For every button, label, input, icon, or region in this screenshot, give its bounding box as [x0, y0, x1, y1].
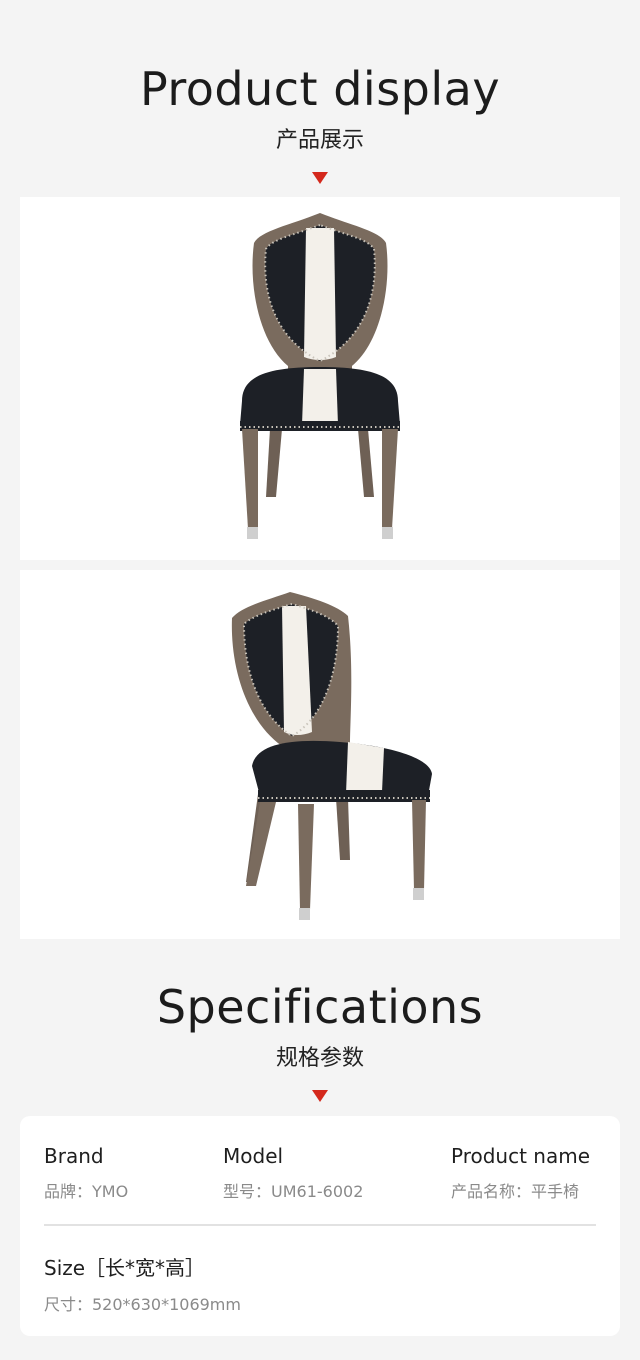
spec-model-label: Model	[223, 1144, 284, 1168]
spec-product-name: Product name 产品名称：平手椅	[451, 1144, 590, 1202]
spec-name-value: 产品名称：平手椅	[451, 1182, 580, 1201]
product-photo-front	[20, 197, 620, 560]
chair-angled-image	[231, 592, 432, 920]
spec-size-label: Size［长*宽*高］	[44, 1256, 206, 1280]
chair-front-image	[240, 213, 400, 539]
product-display-header: Product display 产品展示	[0, 62, 640, 184]
spec-size: Size［长*宽*高］ 尺寸：520*630*1069mm	[44, 1252, 241, 1315]
down-triangle-icon	[312, 172, 328, 184]
spec-brand: Brand 品牌：YMO	[44, 1144, 128, 1202]
spec-model-value: 型号：UM61-6002	[223, 1182, 364, 1201]
down-triangle-icon	[312, 1090, 328, 1102]
spec-name-label: Product name	[451, 1144, 591, 1168]
specifications-subtitle: 规格参数	[275, 1046, 364, 1071]
spec-size-value: 尺寸：520*630*1069mm	[44, 1295, 241, 1314]
specifications-title: Specifications	[156, 980, 484, 1034]
specifications-header: Specifications 规格参数	[0, 980, 640, 1102]
product-display-subtitle: 产品展示	[275, 128, 364, 153]
product-photo-angled	[20, 570, 620, 939]
spec-brand-label: Brand	[44, 1144, 104, 1168]
spec-divider	[44, 1224, 596, 1226]
product-display-title: Product display	[139, 62, 501, 116]
specifications-card: Brand 品牌：YMO Model 型号：UM61-6002 Product …	[20, 1116, 620, 1336]
spec-brand-value: 品牌：YMO	[44, 1182, 129, 1201]
spec-model: Model 型号：UM61-6002	[223, 1144, 363, 1202]
